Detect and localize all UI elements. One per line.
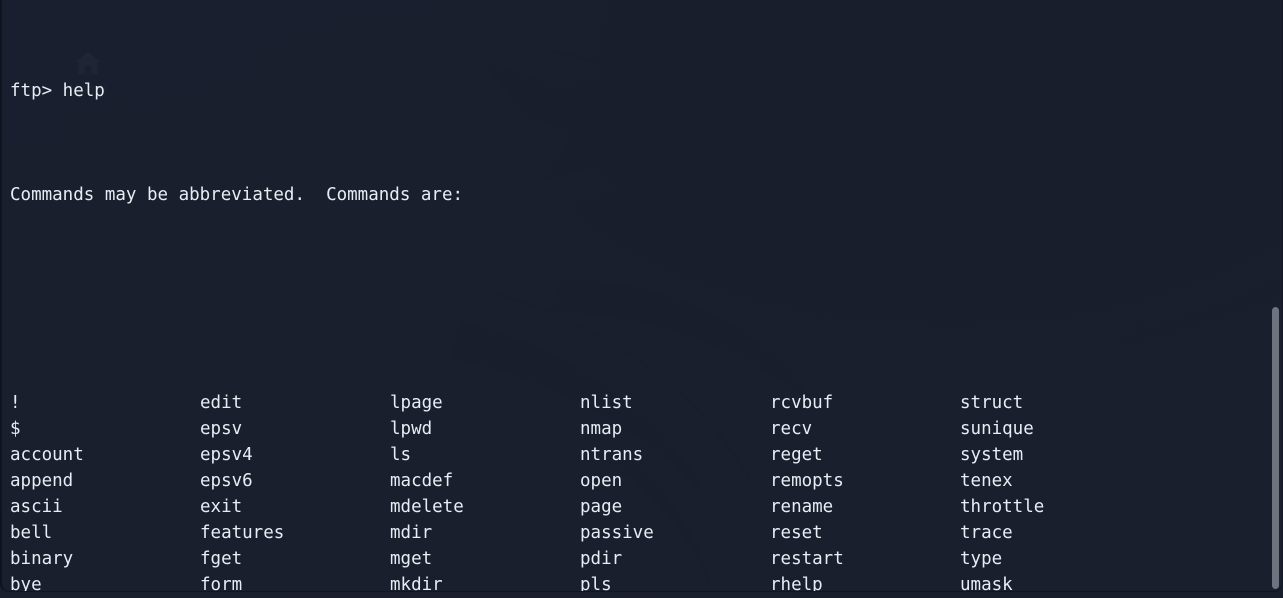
ftp-command: bell bbox=[10, 523, 53, 543]
ftp-command: features bbox=[200, 523, 285, 543]
ftp-command-list: !$accountappendasciibellbinarybyecasecdc… bbox=[10, 390, 1282, 592]
ftp-command: passive bbox=[580, 523, 654, 543]
ftp-command: rename bbox=[770, 497, 834, 517]
terminal-line-command: ftp> help bbox=[10, 81, 105, 101]
ftp-command: epsv6 bbox=[200, 471, 253, 491]
ftp-command: epsv4 bbox=[200, 445, 253, 465]
terminal-line-header: Commands may be abbreviated. Commands ar… bbox=[10, 185, 464, 205]
ftp-command: ls bbox=[390, 445, 412, 465]
ftp-command: lpage bbox=[390, 393, 443, 413]
ftp-command: recv bbox=[770, 419, 813, 439]
ftp-command: lpwd bbox=[390, 419, 433, 439]
ftp-command: ntrans bbox=[580, 445, 644, 465]
ftp-command: bye bbox=[10, 575, 42, 592]
ftp-command: edit bbox=[200, 393, 243, 413]
terminal-scrollbar[interactable] bbox=[1271, 0, 1280, 591]
command-column-6: struct sunique system tenex throttle trace typ… bbox=[960, 390, 1045, 592]
ftp-command: remopts bbox=[770, 471, 844, 491]
ftp-command: sunique bbox=[960, 419, 1034, 439]
command-column-4: nlistnmapntransopenpagepassivepdirplspml… bbox=[580, 390, 770, 592]
ftp-command: page bbox=[580, 497, 623, 517]
command-column-2: editepsvepsv4epsv6exitfeaturesfgetformft… bbox=[200, 390, 390, 592]
command-column-5: rcvbuf recv reget remopts rename reset restart… bbox=[770, 390, 960, 592]
ftp-command: tenex bbox=[960, 471, 1013, 491]
ftp-command: restart bbox=[770, 549, 844, 569]
command-column-1: !$accountappendasciibellbinarybyecasecdc… bbox=[10, 390, 200, 592]
scrollbar-thumb[interactable] bbox=[1272, 307, 1279, 589]
ftp-command: mdir bbox=[390, 523, 433, 543]
ftp-command: ! bbox=[10, 393, 21, 413]
ftp-command: append bbox=[10, 471, 74, 491]
ftp-command: mdelete bbox=[390, 497, 464, 517]
ftp-command: nmap bbox=[580, 419, 623, 439]
ftp-command: $ bbox=[10, 419, 21, 439]
terminal-window[interactable]: ftp> help Commands may be abbreviated. C… bbox=[0, 0, 1283, 592]
ftp-command: binary bbox=[10, 549, 74, 569]
ftp-command: ascii bbox=[10, 497, 63, 517]
ftp-command: rhelp bbox=[770, 575, 823, 592]
command-column-3: lpagelpwdlsmacdefmdeletemdirmgetmkdirmls… bbox=[390, 390, 580, 592]
ftp-command: throttle bbox=[960, 497, 1045, 517]
ftp-command: nlist bbox=[580, 393, 633, 413]
ftp-command: reset bbox=[770, 523, 823, 543]
ftp-command: struct bbox=[960, 393, 1024, 413]
ftp-command: exit bbox=[200, 497, 243, 517]
ftp-command: fget bbox=[200, 549, 243, 569]
ftp-command: reget bbox=[770, 445, 823, 465]
ftp-command: umask bbox=[960, 575, 1013, 592]
terminal-screen[interactable]: ftp> help Commands may be abbreviated. C… bbox=[10, 0, 1282, 591]
ftp-command: mkdir bbox=[390, 575, 443, 592]
ftp-command: account bbox=[10, 445, 84, 465]
ftp-command: form bbox=[200, 575, 243, 592]
ftp-command: type bbox=[960, 549, 1003, 569]
ftp-command: open bbox=[580, 471, 623, 491]
ftp-command: trace bbox=[960, 523, 1013, 543]
ftp-command: rcvbuf bbox=[770, 393, 834, 413]
ftp-command: system bbox=[960, 445, 1024, 465]
ftp-command: pdir bbox=[580, 549, 623, 569]
ftp-command: pls bbox=[580, 575, 612, 592]
ftp-command: epsv bbox=[200, 419, 243, 439]
ftp-command: macdef bbox=[390, 471, 454, 491]
ftp-command: mget bbox=[390, 549, 433, 569]
